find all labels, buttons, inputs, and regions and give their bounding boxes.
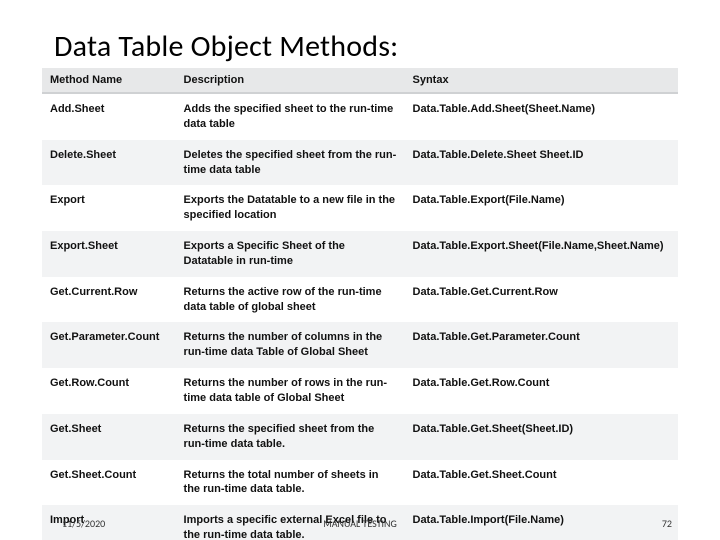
col-header-method-name: Method Name <box>42 68 176 93</box>
page-title: Data Table Object Methods: <box>54 28 398 65</box>
cell-syntax: Data.Table.Get.Sheet(Sheet.ID) <box>405 414 679 460</box>
table-row: Get.Sheet.Count Returns the total number… <box>42 460 678 506</box>
cell-description: Returns the number of columns in the run… <box>176 322 405 368</box>
cell-syntax: Data.Table.Delete.Sheet Sheet.ID <box>405 140 679 186</box>
cell-description: Exports the Datatable to a new file in t… <box>176 185 405 231</box>
col-header-syntax: Syntax <box>405 68 679 93</box>
cell-method-name: Delete.Sheet <box>42 140 176 186</box>
table-row: Get.Parameter.Count Returns the number o… <box>42 322 678 368</box>
table-row: Export.Sheet Exports a Specific Sheet of… <box>42 231 678 277</box>
methods-table-wrap: Method Name Description Syntax Add.Sheet… <box>42 68 678 540</box>
cell-syntax: Data.Table.Get.Parameter.Count <box>405 322 679 368</box>
cell-syntax: Data.Table.Export(File.Name) <box>405 185 679 231</box>
table-header-row: Method Name Description Syntax <box>42 68 678 93</box>
cell-syntax: Data.Table.Export.Sheet(File.Name,Sheet.… <box>405 231 679 277</box>
col-header-description: Description <box>176 68 405 93</box>
cell-method-name: Add.Sheet <box>42 93 176 140</box>
table-row: Add.Sheet Adds the specified sheet to th… <box>42 93 678 140</box>
table-body: Add.Sheet Adds the specified sheet to th… <box>42 93 678 540</box>
cell-method-name: Get.Current.Row <box>42 277 176 323</box>
footer-label: MANUAL TESTING <box>0 517 720 530</box>
cell-method-name: Export <box>42 185 176 231</box>
table-row: Get.Sheet Returns the specified sheet fr… <box>42 414 678 460</box>
cell-description: Returns the active row of the run-time d… <box>176 277 405 323</box>
cell-syntax: Data.Table.Get.Current.Row <box>405 277 679 323</box>
cell-description: Returns the specified sheet from the run… <box>176 414 405 460</box>
table-row: Get.Row.Count Returns the number of rows… <box>42 368 678 414</box>
slide-footer: 11/5/2020 MANUAL TESTING 72 <box>0 514 720 530</box>
cell-description: Returns the number of rows in the run-ti… <box>176 368 405 414</box>
cell-method-name: Get.Parameter.Count <box>42 322 176 368</box>
cell-syntax: Data.Table.Get.Row.Count <box>405 368 679 414</box>
cell-syntax: Data.Table.Add.Sheet(Sheet.Name) <box>405 93 679 140</box>
table-row: Export Exports the Datatable to a new fi… <box>42 185 678 231</box>
cell-method-name: Export.Sheet <box>42 231 176 277</box>
table-row: Get.Current.Row Returns the active row o… <box>42 277 678 323</box>
footer-page: 72 <box>662 517 672 530</box>
cell-syntax: Data.Table.Get.Sheet.Count <box>405 460 679 506</box>
cell-description: Exports a Specific Sheet of the Datatabl… <box>176 231 405 277</box>
cell-method-name: Get.Row.Count <box>42 368 176 414</box>
cell-description: Adds the specified sheet to the run-time… <box>176 93 405 140</box>
slide: Data Table Object Methods: Method Name D… <box>0 0 720 540</box>
cell-method-name: Get.Sheet.Count <box>42 460 176 506</box>
table-row: Delete.Sheet Deletes the specified sheet… <box>42 140 678 186</box>
cell-description: Returns the total number of sheets in th… <box>176 460 405 506</box>
methods-table: Method Name Description Syntax Add.Sheet… <box>42 68 678 540</box>
cell-description: Deletes the specified sheet from the run… <box>176 140 405 186</box>
cell-method-name: Get.Sheet <box>42 414 176 460</box>
